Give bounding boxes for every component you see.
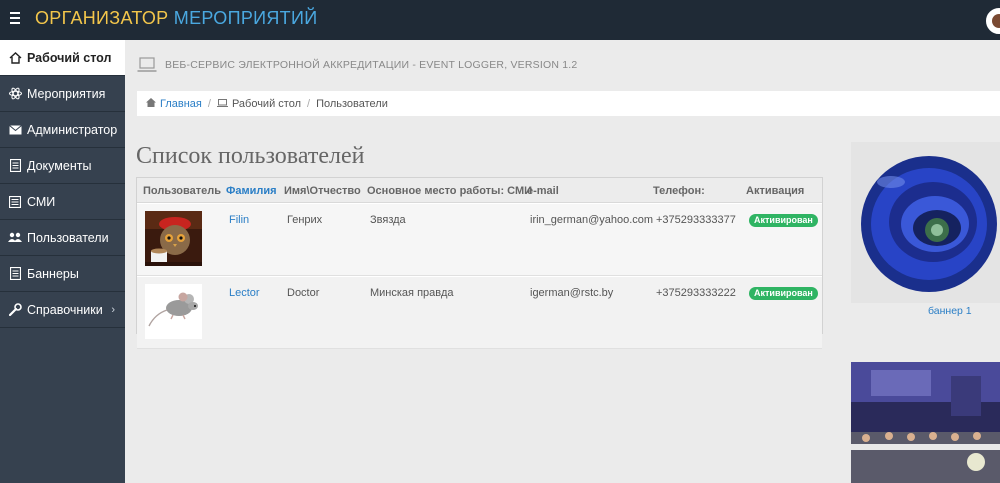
- users-table: Пользователь Фамилия Имя\Отчество Основн…: [136, 177, 823, 349]
- sidebar-item-label: Мероприятия: [27, 86, 106, 101]
- banner-image-2[interactable]: [851, 362, 1000, 483]
- user-name: Doctor: [287, 287, 320, 299]
- column-header-email[interactable]: e-mail: [527, 185, 559, 197]
- status-badge: Активирован: [749, 287, 818, 300]
- sidebar-item-label: Баннеры: [27, 266, 79, 281]
- table-header: Пользователь Фамилия Имя\Отчество Основн…: [137, 178, 822, 203]
- user-avatar[interactable]: [986, 8, 1000, 34]
- user-media: Звязда: [370, 214, 406, 226]
- breadcrumb-current: Пользователи: [316, 97, 388, 110]
- column-header-phone[interactable]: Телефон:: [653, 185, 705, 197]
- brand-part1: ОРГАНИЗАТОР: [35, 8, 169, 28]
- page-header: ВЕБ-СЕРВИС ЭЛЕКТРОННОЙ АККРЕДИТАЦИИ - EV…: [125, 40, 1000, 90]
- banner-image-1[interactable]: [851, 142, 1000, 303]
- user-phone: +375293333377: [656, 214, 736, 226]
- user-surname-link[interactable]: Filin: [229, 214, 249, 226]
- top-navbar: ОРГАНИЗАТОР МЕРОПРИЯТИЙ: [0, 0, 1000, 40]
- sidebar-item-media[interactable]: СМИ: [0, 184, 125, 220]
- breadcrumb-desktop[interactable]: Рабочий стол: [232, 98, 301, 110]
- sidebar-item-label: Рабочий стол: [27, 50, 112, 65]
- banner-caption-1[interactable]: баннер 1: [928, 305, 972, 317]
- sidebar-item-banners[interactable]: Баннеры: [0, 256, 125, 292]
- app-brand[interactable]: ОРГАНИЗАТОР МЕРОПРИЯТИЙ: [35, 8, 317, 29]
- page-title: Список пользователей: [136, 143, 365, 169]
- sidebar-item-references[interactable]: Справочники ›: [0, 292, 125, 328]
- column-header-name[interactable]: Имя\Отчество: [284, 185, 361, 197]
- sidebar-item-label: Администратор: [27, 122, 118, 137]
- sidebar-item-label: Пользователи: [27, 230, 109, 245]
- brand-part2: МЕРОПРИЯТИЙ: [173, 8, 318, 28]
- laptop-icon: [137, 57, 157, 73]
- table-row[interactable]: Lector Doctor Минская правда igerman@rst…: [137, 277, 822, 349]
- list-icon: [8, 267, 22, 281]
- column-header-media[interactable]: Основное место работы: СМИ: [367, 185, 532, 197]
- sidebar-item-admin[interactable]: Администратор: [0, 112, 125, 148]
- breadcrumb-home[interactable]: Главная: [160, 98, 202, 110]
- user-photo[interactable]: [145, 211, 202, 266]
- breadcrumb: Главная / Рабочий стол / Пользователи: [137, 91, 1000, 116]
- user-photo[interactable]: [145, 284, 202, 339]
- header-title: ВЕБ-СЕРВИС ЭЛЕКТРОННОЙ АККРЕДИТАЦИИ - EV…: [165, 59, 578, 71]
- user-name: Генрих: [287, 214, 323, 226]
- column-header-activation[interactable]: Активация: [746, 185, 804, 197]
- sidebar-item-label: СМИ: [27, 194, 56, 209]
- newspaper-icon: [8, 195, 22, 209]
- column-header-user[interactable]: Пользователь: [143, 185, 221, 197]
- laptop-icon: [216, 98, 228, 110]
- sidebar-item-desktop[interactable]: Рабочий стол: [0, 40, 125, 76]
- atom-icon: [8, 87, 22, 101]
- hamburger-menu-icon[interactable]: [10, 12, 24, 26]
- breadcrumb-separator: /: [307, 97, 311, 110]
- user-media: Минская правда: [370, 287, 454, 299]
- column-header-surname[interactable]: Фамилия: [226, 185, 277, 197]
- home-icon: [8, 51, 22, 65]
- sidebar: Рабочий стол Мероприятия Администратор Д…: [0, 40, 125, 483]
- user-email: igerman@rstc.by: [530, 287, 614, 299]
- table-row[interactable]: Filin Генрих Звязда irin_german@yahoo.co…: [137, 204, 822, 276]
- breadcrumb-separator: /: [207, 97, 211, 110]
- sidebar-item-label: Документы: [27, 158, 92, 173]
- status-badge: Активирован: [749, 214, 818, 227]
- chevron-right-icon: ›: [111, 304, 115, 316]
- users-icon: [8, 231, 22, 245]
- home-icon: [146, 97, 156, 110]
- user-surname-link[interactable]: Lector: [229, 287, 260, 299]
- user-email: irin_german@yahoo.com: [530, 214, 654, 226]
- envelope-icon: [8, 123, 22, 137]
- document-icon: [8, 159, 22, 173]
- user-phone: +375293333222: [656, 287, 736, 299]
- wrench-icon: [8, 303, 22, 317]
- sidebar-item-label: Справочники: [27, 302, 103, 317]
- sidebar-item-users[interactable]: Пользователи: [0, 220, 125, 256]
- sidebar-item-events[interactable]: Мероприятия: [0, 76, 125, 112]
- sidebar-item-documents[interactable]: Документы: [0, 148, 125, 184]
